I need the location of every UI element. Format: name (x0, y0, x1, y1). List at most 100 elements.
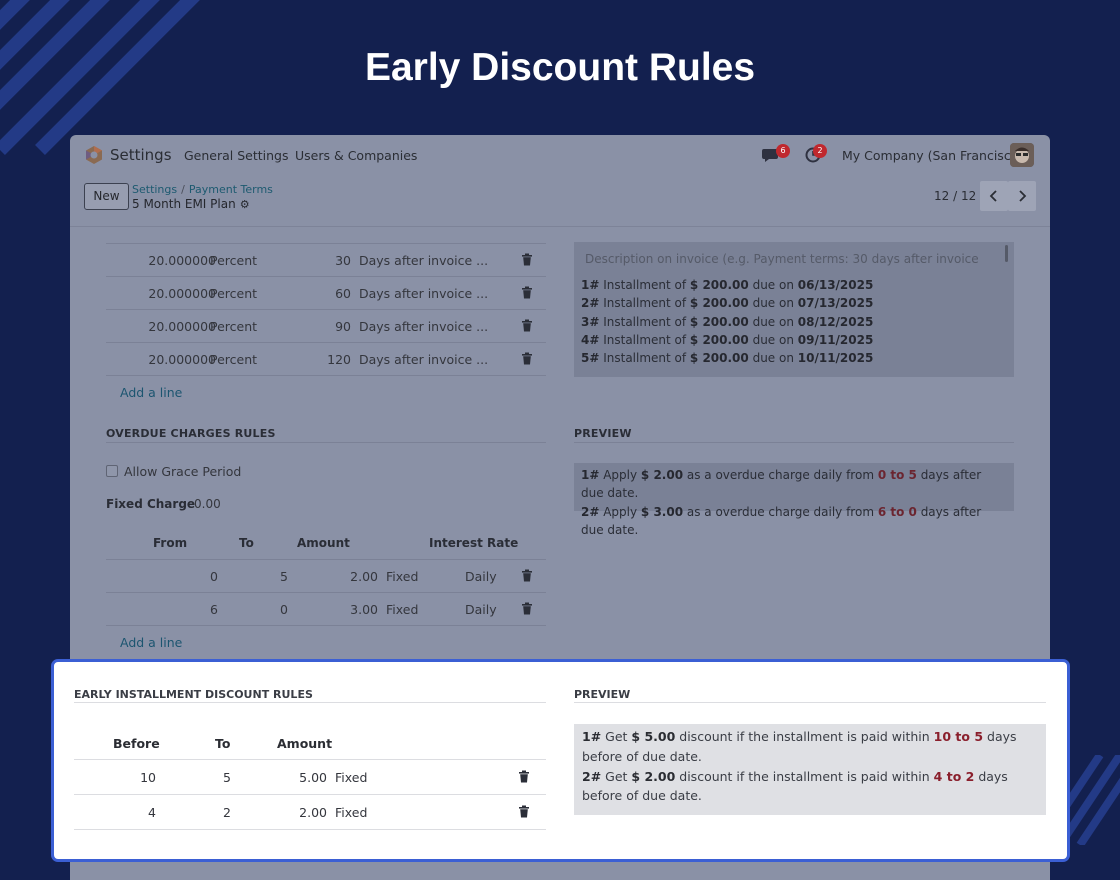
section-divider (74, 702, 546, 703)
trash-icon[interactable] (521, 319, 533, 332)
schedule-line: 5# Installment of $ 200.00 due on 10/11/… (581, 351, 874, 366)
col-header-before[interactable]: Before (113, 736, 160, 751)
table-row[interactable]: 0 5 2.00 Fixed Daily (106, 560, 546, 593)
table-row[interactable]: 6 0 3.00 Fixed Daily (106, 593, 546, 626)
trash-icon[interactable] (521, 602, 533, 615)
installment-type: Percent (210, 286, 258, 301)
installment-days: 120 (327, 352, 351, 367)
rule-from: 0 (210, 569, 218, 584)
gear-icon[interactable]: ⚙ (240, 198, 250, 211)
grace-period-checkbox[interactable] (106, 465, 118, 477)
table-row[interactable]: 20.000000 Percent 90 Days after invoice … (106, 310, 546, 343)
fixed-charge-label: Fixed Charge (106, 497, 196, 511)
breadcrumb-settings[interactable]: Settings (132, 183, 177, 196)
preview-section-title: PREVIEW (574, 688, 631, 701)
schedule-line: 3# Installment of $ 200.00 due on 08/12/… (581, 314, 874, 329)
section-divider (574, 702, 1046, 703)
section-divider (574, 442, 1014, 443)
rule-amount-type: Fixed (386, 602, 419, 617)
add-line-link[interactable]: Add a line (120, 635, 182, 650)
fixed-charge-input[interactable]: 0.00 (194, 497, 221, 511)
preview-line: 2# Apply $ 3.00 as a overdue charge dail… (581, 504, 982, 537)
breadcrumb-separator: / (181, 183, 185, 196)
rule-to: 2 (223, 805, 231, 820)
rule-amount-type: Fixed (335, 770, 368, 785)
rule-to: 0 (280, 602, 288, 617)
app-name[interactable]: Settings (110, 146, 172, 164)
page-title: Early Discount Rules (364, 46, 756, 89)
table-row[interactable]: 20.000000 Percent 30 Days after invoice … (106, 244, 546, 277)
installment-option: Days after invoice ... (359, 286, 489, 301)
breadcrumb: Settings / Payment Terms (132, 183, 273, 196)
pager-next-button[interactable] (1008, 181, 1036, 211)
trash-icon[interactable] (518, 770, 530, 783)
rule-amount-type: Fixed (386, 569, 419, 584)
rule-amount: 3.00 (350, 602, 378, 617)
chevron-right-icon (1019, 190, 1027, 202)
record-name: 5 Month EMI Plan (132, 197, 236, 211)
installment-days: 90 (335, 319, 351, 334)
installment-value: 20.000000 (148, 319, 216, 334)
table-row[interactable]: 20.000000 Percent 60 Days after invoice … (106, 277, 546, 310)
chevron-left-icon (989, 190, 997, 202)
early-discount-panel: EARLY INSTALLMENT DISCOUNT RULES Before … (51, 659, 1070, 862)
top-navbar: Settings General Settings Users & Compan… (70, 135, 1050, 175)
control-panel: New Settings / Payment Terms 5 Month EMI P… (70, 175, 1050, 227)
installment-option: Days after invoice ... (359, 352, 489, 367)
pager-value[interactable]: 12 / 12 (934, 189, 976, 203)
rule-interest-rate: Daily (465, 602, 497, 617)
breadcrumb-payment-terms[interactable]: Payment Terms (189, 183, 273, 196)
col-header-interest-rate[interactable]: Interest Rate (429, 536, 518, 550)
col-header-to[interactable]: To (239, 536, 254, 550)
messages-badge: 6 (776, 144, 790, 158)
installment-days: 30 (335, 253, 351, 268)
installment-option: Days after invoice ... (359, 319, 489, 334)
table-row[interactable]: 10 5 5.00 Fixed (74, 760, 546, 795)
menu-users-companies[interactable]: Users & Companies (295, 148, 417, 163)
installment-value: 20.000000 (148, 253, 216, 268)
rule-amount: 2.00 (350, 569, 378, 584)
scrollbar[interactable] (1005, 245, 1008, 262)
rule-from: 6 (210, 602, 218, 617)
installment-type: Percent (210, 319, 258, 334)
trash-icon[interactable] (518, 805, 530, 818)
installment-value: 20.000000 (148, 286, 216, 301)
settings-app-icon[interactable] (84, 145, 104, 165)
overdue-section-title: OVERDUE CHARGES RULES (106, 427, 276, 440)
preview-line: 1# Apply $ 2.00 as a overdue charge dail… (581, 468, 982, 501)
col-header-from[interactable]: From (153, 536, 187, 550)
rule-amount: 2.00 (299, 805, 327, 820)
installment-schedule: 1# Installment of $ 200.00 due on 06/13/… (581, 276, 873, 367)
table-row[interactable]: 4 2 2.00 Fixed (74, 795, 546, 830)
trash-icon[interactable] (521, 286, 533, 299)
col-header-amount[interactable]: Amount (277, 736, 332, 751)
col-header-to[interactable]: To (215, 736, 230, 751)
installment-type: Percent (210, 352, 258, 367)
rule-before: 10 (140, 770, 156, 785)
trash-icon[interactable] (521, 253, 533, 266)
add-line-link[interactable]: Add a line (120, 385, 182, 400)
preview-line: 1# Get $ 5.00 discount if the installmen… (582, 729, 1017, 764)
activities-badge: 2 (813, 144, 827, 158)
early-section-title: EARLY INSTALLMENT DISCOUNT RULES (74, 688, 313, 701)
company-switcher[interactable]: My Company (San Francisco) (842, 148, 1023, 163)
menu-general-settings[interactable]: General Settings (184, 148, 289, 163)
user-avatar[interactable] (1010, 143, 1034, 167)
installment-option: Days after invoice ... (359, 253, 489, 268)
record-title: 5 Month EMI Plan ⚙ (132, 197, 250, 211)
trash-icon[interactable] (521, 569, 533, 582)
rule-to: 5 (223, 770, 231, 785)
schedule-line: 1# Installment of $ 200.00 due on 06/13/… (581, 278, 874, 292)
new-button[interactable]: New (84, 183, 129, 210)
col-header-amount[interactable]: Amount (297, 536, 350, 550)
rule-interest-rate: Daily (465, 569, 497, 584)
schedule-line: 4# Installment of $ 200.00 due on 09/11/… (581, 332, 874, 347)
section-divider (106, 442, 546, 443)
trash-icon[interactable] (521, 352, 533, 365)
table-row[interactable]: 20.000000 Percent 120 Days after invoice… (106, 343, 546, 376)
overdue-preview-box: 1# Apply $ 2.00 as a overdue charge dail… (574, 463, 1014, 537)
invoice-description-field[interactable]: Description on invoice (e.g. Payment ter… (574, 242, 1014, 377)
preview-line: 2# Get $ 2.00 discount if the installmen… (582, 768, 1008, 804)
pager-previous-button[interactable] (980, 181, 1008, 211)
installment-days: 60 (335, 286, 351, 301)
